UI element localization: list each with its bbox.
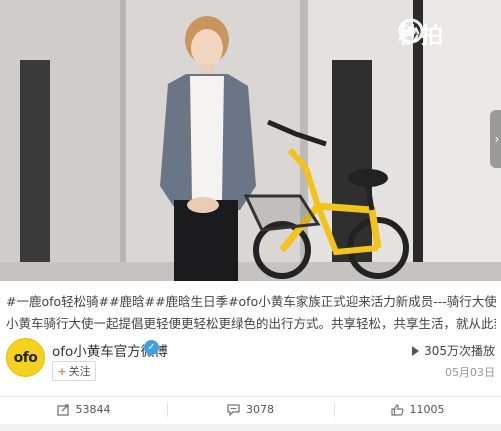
next-arrow-icon[interactable]: › [490, 110, 501, 168]
comment-button[interactable]: 3078 [167, 397, 334, 422]
follow-button[interactable]: + 关注 [52, 361, 96, 381]
avatar-logo-text: ofo [13, 349, 38, 366]
caption-line-2: 小黄车骑行大使一起提倡更轻便更轻松更绿色的出行方式。共享轻松，共享生活，就从此刻… [6, 316, 496, 331]
comment-icon [227, 403, 240, 416]
repost-button[interactable]: 53844 [0, 397, 167, 422]
like-count: 11005 [409, 403, 445, 416]
play-count: 305万次播放 [412, 342, 495, 359]
camera-lens-icon [398, 18, 424, 44]
post-date: 05月03日 [445, 366, 495, 379]
play-icon [412, 345, 420, 356]
post-caption: #一鹿ofo轻松骑##鹿晗##鹿晗生日季#ofo小黄车家族正式迎来活力新成员--… [6, 291, 496, 335]
caption-line-1: #一鹿ofo轻松骑##鹿晗##鹿晗生日季#ofo小黄车家族正式迎来活力新成员--… [6, 294, 496, 309]
action-bar: 53844 3078 11005 [0, 396, 501, 422]
video-player[interactable]: 秒拍 › [0, 0, 501, 281]
plus-icon: + [57, 364, 67, 378]
thumbs-up-icon [390, 403, 403, 416]
repost-icon [56, 403, 69, 416]
card-bottom-divider [0, 424, 501, 431]
verified-v-icon: ✓ [144, 340, 159, 355]
like-button[interactable]: 11005 [334, 397, 501, 422]
miaopai-watermark: 秒拍 [398, 18, 444, 50]
avatar[interactable]: ofo [6, 338, 45, 377]
follow-label: 关注 [68, 365, 91, 378]
repost-count: 53844 [75, 403, 111, 416]
comment-count: 3078 [246, 403, 274, 416]
play-count-text: 305万次播放 [424, 344, 495, 358]
